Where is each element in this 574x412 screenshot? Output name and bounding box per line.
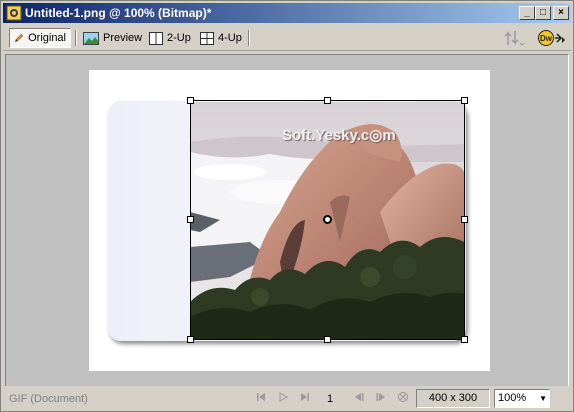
resize-handle-middle-right[interactable] — [461, 216, 468, 223]
play-button[interactable] — [275, 391, 291, 407]
zoom-select[interactable]: 100% ▼ — [494, 389, 550, 408]
stop-icon — [398, 392, 408, 402]
toolbar-separator — [75, 30, 77, 46]
close-button[interactable]: × — [553, 6, 569, 20]
tab-original[interactable]: Original — [9, 28, 71, 48]
zoom-value: 100% — [498, 392, 527, 404]
fireworks-document-icon — [6, 5, 22, 21]
toolbar-separator — [248, 30, 250, 46]
resize-handle-bottom-left[interactable] — [187, 336, 194, 343]
resize-handle-top-right[interactable] — [461, 97, 468, 104]
resize-handle-top-center[interactable] — [324, 97, 331, 104]
maximize-icon: □ — [539, 7, 547, 18]
jump-to-app-button[interactable]: Dw — [537, 29, 567, 47]
tab-2up[interactable]: 2-Up — [145, 28, 195, 48]
tab-4up[interactable]: 4-Up — [196, 28, 246, 48]
minimize-button[interactable]: _ — [519, 6, 535, 20]
tab-preview-label: Preview — [103, 32, 143, 44]
maximize-button[interactable]: □ — [535, 6, 551, 20]
canvas-size-value: 400 x 300 — [428, 392, 478, 404]
resize-handle-top-left[interactable] — [187, 97, 194, 104]
tab-original-label: Original — [28, 32, 66, 44]
export-arrows-icon — [504, 31, 525, 46]
resize-handle-bottom-center[interactable] — [324, 336, 331, 343]
pencil-icon — [14, 33, 24, 43]
title-bar[interactable]: Untitled-1.png @ 100% (Bitmap)* _ □ × — [3, 3, 571, 23]
next-frame-icon — [376, 393, 385, 401]
view-toolbar: Original Preview 2-Up 4-Up Dw — [3, 25, 571, 51]
resize-handle-middle-left[interactable] — [187, 216, 194, 223]
last-frame-icon — [301, 393, 309, 401]
svg-text:Dw: Dw — [540, 34, 553, 43]
play-icon — [279, 392, 289, 402]
prev-frame-button[interactable] — [351, 391, 367, 407]
canvas-area[interactable]: Soft.Yesky.c◎m — [5, 54, 569, 386]
next-frame-button[interactable] — [373, 391, 389, 407]
close-icon: × — [558, 7, 564, 18]
export-arrows-button[interactable] — [503, 29, 525, 47]
chevron-down-icon: ▼ — [539, 394, 547, 403]
tab-preview[interactable]: Preview — [79, 28, 146, 48]
first-frame-button[interactable] — [253, 391, 269, 407]
canvas-size-field[interactable]: 400 x 300 — [416, 389, 490, 408]
document-window: Untitled-1.png @ 100% (Bitmap)* _ □ × Or… — [0, 0, 574, 412]
window-title: Untitled-1.png @ 100% (Bitmap)* — [25, 6, 212, 20]
first-frame-icon — [257, 393, 265, 401]
resize-handle-bottom-right[interactable] — [461, 336, 468, 343]
stop-button[interactable] — [395, 391, 411, 407]
document-format-label: GIF (Document) — [9, 393, 88, 405]
center-point-handle[interactable] — [323, 215, 332, 224]
prev-frame-icon — [355, 393, 364, 401]
watermark-text: Soft.Yesky.c◎m — [282, 127, 396, 144]
document-canvas[interactable]: Soft.Yesky.c◎m — [89, 70, 490, 371]
last-frame-button[interactable] — [297, 391, 313, 407]
preview-image-icon — [83, 31, 99, 45]
minimize-icon: _ — [524, 7, 530, 18]
status-bar: GIF (Document) 1 400 x 300 100% ▼ — [3, 388, 571, 410]
four-up-icon — [200, 31, 214, 45]
frame-number: 1 — [327, 393, 334, 405]
jump-to-app-icon: Dw — [538, 30, 565, 46]
tab-4up-label: 4-Up — [218, 32, 242, 44]
tab-2up-label: 2-Up — [167, 32, 191, 44]
two-up-icon — [149, 31, 163, 45]
